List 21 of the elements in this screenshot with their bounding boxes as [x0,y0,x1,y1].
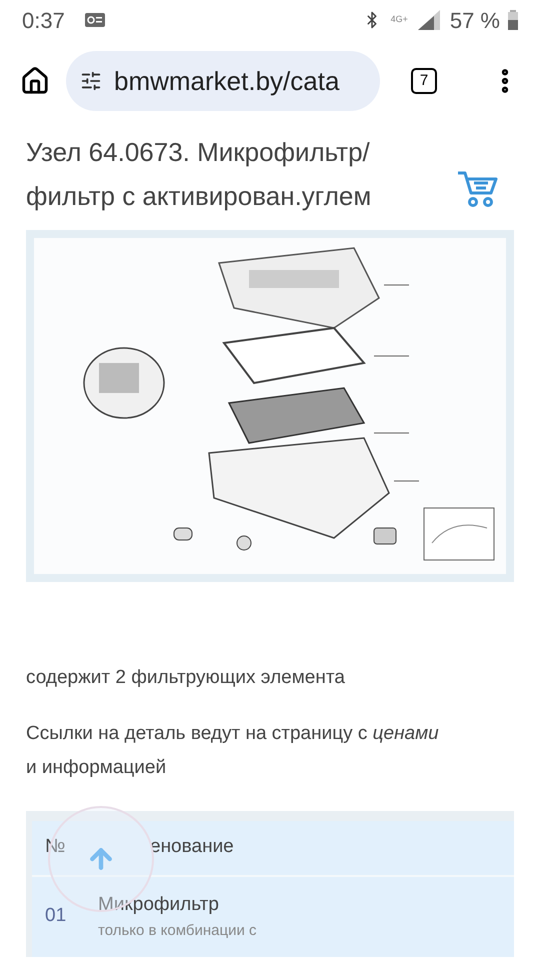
notification-icon [84,13,105,27]
battery-percent: 57 % [450,6,500,34]
cart-icon[interactable] [456,169,498,209]
address-bar[interactable]: bmwmarket.by/cata [66,51,380,111]
battery-icon [508,10,518,30]
links-note: Ссылки на деталь ведут на страницу с ценами и информацией [25,722,440,780]
signal-icon [418,10,440,30]
status-time: 0:37 [22,6,65,34]
home-icon[interactable] [20,66,50,96]
row-number: 01 [44,904,68,928]
part-name[interactable]: Микрофильтр [98,891,256,920]
column-header: № [44,835,66,860]
url-text: bmwmarket.by/cata [114,64,340,98]
column-header: енование [150,835,234,860]
tab-count[interactable]: 7 [411,68,437,94]
page-title: Узел 64.0673. Микрофильтр/ фильтр с активирован.углем [26,136,372,213]
note-text: содержит 2 фильтрующих элемента [25,666,346,690]
network-label: 4G+ [390,13,408,26]
table-row[interactable]: 01 Микрофильтр только в комбинации с [32,876,514,956]
part-detail: только в комбинации с [98,920,256,940]
site-settings-icon[interactable] [80,70,102,92]
